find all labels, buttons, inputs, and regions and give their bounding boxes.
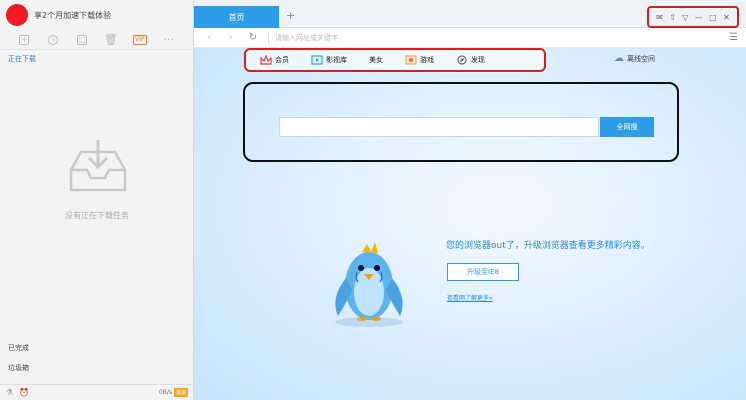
vip-button[interactable]: VIP	[125, 31, 154, 49]
delete-button[interactable]: 🗑	[96, 31, 125, 49]
nav-game[interactable]: 游戏	[405, 55, 434, 65]
section-trash[interactable]: 垃圾箱	[8, 363, 29, 373]
more-icon: ···	[163, 33, 174, 46]
nav-member[interactable]: 会员	[260, 55, 289, 65]
offline-space-label: 离线空间	[627, 54, 655, 63]
alarm-icon[interactable]: ⏰	[19, 388, 29, 397]
download-toolbar: + i □ 🗑 VIP ···	[0, 30, 193, 50]
status-bar: ⚗ ⏰ 0B/s 加速	[0, 384, 194, 400]
start-button[interactable]: i	[39, 31, 68, 49]
close-icon[interactable]: ✕	[723, 13, 730, 22]
pause-icon: □	[77, 34, 88, 45]
search-input[interactable]	[279, 117, 599, 137]
avatar[interactable]	[6, 4, 28, 26]
window-controls: ✉ ⇧ ▽ — □ ✕	[647, 6, 739, 28]
cloud-icon: ☁	[614, 53, 624, 64]
section-downloading[interactable]: 正在下载	[8, 54, 36, 64]
empty-tray-icon	[69, 140, 127, 192]
download-speed: 0B/s	[158, 389, 172, 396]
add-icon: +	[19, 34, 30, 45]
menu-icon[interactable]: ☰	[729, 32, 738, 43]
search-button[interactable]: 全网搜	[600, 117, 654, 137]
tab-home[interactable]: 首页	[194, 6, 279, 28]
address-bar: ‹ › ↻ 请输入网址或关键字 ☰	[194, 28, 746, 48]
more-button[interactable]: ···	[154, 31, 183, 49]
upgrade-ie8-button[interactable]: 升级至IE8	[447, 263, 519, 281]
dropdown-icon[interactable]: ▽	[682, 13, 688, 22]
empty-task-text: 没有正在下载任务	[65, 211, 129, 220]
learn-more-link[interactable]: 查看网了解更多»	[447, 293, 493, 302]
nav-game-label: 游戏	[420, 56, 434, 64]
mail-icon[interactable]: ✉	[656, 13, 663, 22]
tab-bar: 首页 + ✉ ⇧ ▽ — □ ✕	[194, 0, 746, 28]
nav-beauty-label: 美女	[369, 56, 383, 64]
minimize-icon[interactable]: —	[695, 13, 703, 22]
nav-beauty[interactable]: 美女	[369, 55, 383, 65]
section-finished[interactable]: 已完成	[8, 343, 29, 353]
vip-icon: VIP	[132, 34, 147, 45]
promo-text[interactable]: 享2个月加速下载体验	[34, 10, 111, 21]
forward-icon[interactable]: ›	[224, 32, 238, 43]
pause-button[interactable]: □	[68, 31, 97, 49]
film-icon	[311, 55, 323, 65]
game-icon	[405, 55, 417, 65]
search-area: 全网搜	[243, 82, 679, 162]
quick-nav: 会员 影视库 美女 游戏 发现	[244, 48, 546, 72]
trash-icon: 🗑	[103, 33, 118, 46]
reload-icon[interactable]: ↻	[246, 32, 260, 43]
flask-icon[interactable]: ⚗	[6, 388, 13, 397]
new-task-button[interactable]: +	[10, 31, 39, 49]
download-panel: 享2个月加速下载体验 + i □ 🗑 VIP ··· 正在下载 没有正在下载任务…	[0, 0, 194, 400]
speed-badge[interactable]: 加速	[173, 388, 188, 397]
new-tab-button[interactable]: +	[286, 9, 295, 22]
play-icon: i	[48, 34, 59, 45]
bird-mascot-icon	[335, 242, 403, 327]
start-page: 会员 影视库 美女 游戏 发现 ☁ 离线空间 全网搜 您的浏览器out了，升级浏…	[194, 48, 746, 400]
offline-space-link[interactable]: ☁ 离线空间	[614, 53, 655, 64]
compass-icon	[457, 55, 467, 65]
nav-member-label: 会员	[275, 56, 289, 64]
nav-film[interactable]: 影视库	[311, 55, 347, 65]
address-input[interactable]: 请输入网址或关键字	[268, 31, 338, 44]
nav-discover[interactable]: 发现	[456, 55, 485, 65]
skin-icon[interactable]: ⇧	[669, 13, 676, 22]
nav-discover-label: 发现	[471, 56, 485, 64]
browser-outdated-text: 您的浏览器out了，升级浏览器查看更多精彩内容。	[446, 241, 650, 251]
download-topbar: 享2个月加速下载体验	[0, 0, 193, 30]
crown-icon	[260, 55, 272, 65]
browser-panel: 首页 + ✉ ⇧ ▽ — □ ✕ ‹ › ↻ 请输入网址或关键字 ☰ 会员 影视…	[194, 0, 746, 400]
back-icon[interactable]: ‹	[202, 32, 216, 43]
nav-film-label: 影视库	[326, 56, 347, 64]
maximize-icon[interactable]: □	[709, 13, 717, 22]
